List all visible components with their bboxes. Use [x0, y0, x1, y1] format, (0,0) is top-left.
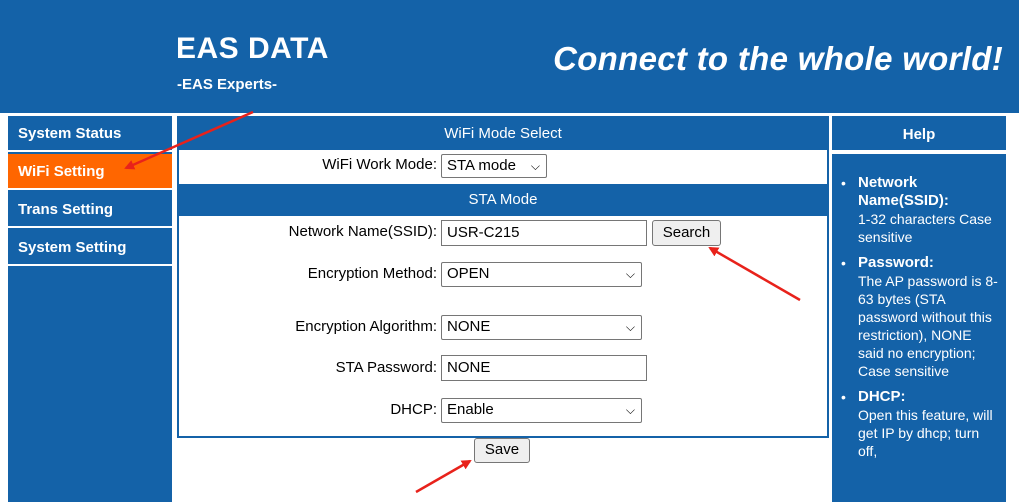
- encryption-algorithm-label: Encryption Algorithm:: [295, 318, 437, 335]
- encryption-algorithm-select[interactable]: NONE ⌵: [441, 315, 642, 340]
- encryption-method-label: Encryption Method:: [307, 265, 437, 282]
- bullet-icon: •: [841, 255, 846, 271]
- help-term: Network Name(SSID):: [858, 174, 949, 209]
- encryption-method-select[interactable]: OPEN ⌵: [441, 262, 642, 287]
- header-banner: EAS DATA -EAS Experts- Connect to the wh…: [0, 0, 1019, 113]
- sidebar-item-trans-setting[interactable]: Trans Setting: [8, 192, 172, 228]
- sidebar-item-system-status[interactable]: System Status: [8, 116, 172, 152]
- work-mode-select[interactable]: STA mode ⌵: [441, 154, 547, 178]
- arrow-to-save-button: [415, 459, 472, 494]
- sta-password-field[interactable]: NONE: [441, 355, 647, 381]
- wifi-settings-panel: WiFi Mode Select WiFi Work Mode: STA mod…: [177, 116, 829, 438]
- brand-subtitle: -EAS Experts-: [177, 76, 278, 93]
- chevron-down-icon: ⌵: [625, 267, 635, 281]
- help-term: DHCP:: [858, 388, 906, 405]
- sta-section-title: STA Mode: [179, 184, 827, 216]
- work-mode-value: STA mode: [447, 157, 516, 174]
- brand-title: EAS DATA: [176, 32, 329, 65]
- sidebar-item-system-setting[interactable]: System Setting: [8, 230, 172, 266]
- search-button[interactable]: Search: [652, 220, 721, 246]
- bullet-icon: •: [841, 389, 846, 405]
- bullet-icon: •: [841, 175, 846, 191]
- slogan: Connect to the whole world!: [553, 40, 1003, 77]
- help-list: • Network Name(SSID): 1-32 characters Ca…: [839, 174, 1001, 468]
- help-item-password: • Password: The AP password is 8-63 byte…: [839, 254, 1001, 380]
- chevron-down-icon: ⌵: [530, 159, 540, 173]
- sidebar: System Status WiFi Setting Trans Setting…: [8, 116, 172, 502]
- help-desc: The AP password is 8-63 bytes (STA passw…: [858, 273, 998, 379]
- help-item-dhcp: • DHCP: Open this feature, will get IP b…: [839, 388, 1001, 460]
- dhcp-value: Enable: [447, 401, 494, 418]
- encryption-method-value: OPEN: [447, 265, 490, 282]
- help-item-ssid: • Network Name(SSID): 1-32 characters Ca…: [839, 174, 1001, 246]
- sta-password-label: STA Password:: [335, 359, 437, 376]
- mode-section-title: WiFi Mode Select: [179, 118, 827, 150]
- help-panel: Help • Network Name(SSID): 1-32 characte…: [832, 116, 1006, 502]
- encryption-algorithm-value: NONE: [447, 318, 491, 335]
- sidebar-item-wifi-setting[interactable]: WiFi Setting: [8, 154, 172, 190]
- work-mode-label: WiFi Work Mode:: [322, 156, 437, 173]
- help-desc: 1-32 characters Case sensitive: [858, 211, 992, 245]
- chevron-down-icon: ⌵: [625, 320, 635, 334]
- help-term: Password:: [858, 254, 934, 271]
- dhcp-label: DHCP:: [390, 401, 437, 418]
- help-desc: Open this feature, will get IP by dhcp; …: [858, 407, 993, 459]
- save-button[interactable]: Save: [474, 438, 530, 463]
- help-title: Help: [832, 116, 1006, 154]
- dhcp-select[interactable]: Enable ⌵: [441, 398, 642, 423]
- ssid-label: Network Name(SSID):: [288, 223, 437, 240]
- chevron-down-icon: ⌵: [625, 403, 635, 417]
- ssid-field[interactable]: USR-C215: [441, 220, 647, 246]
